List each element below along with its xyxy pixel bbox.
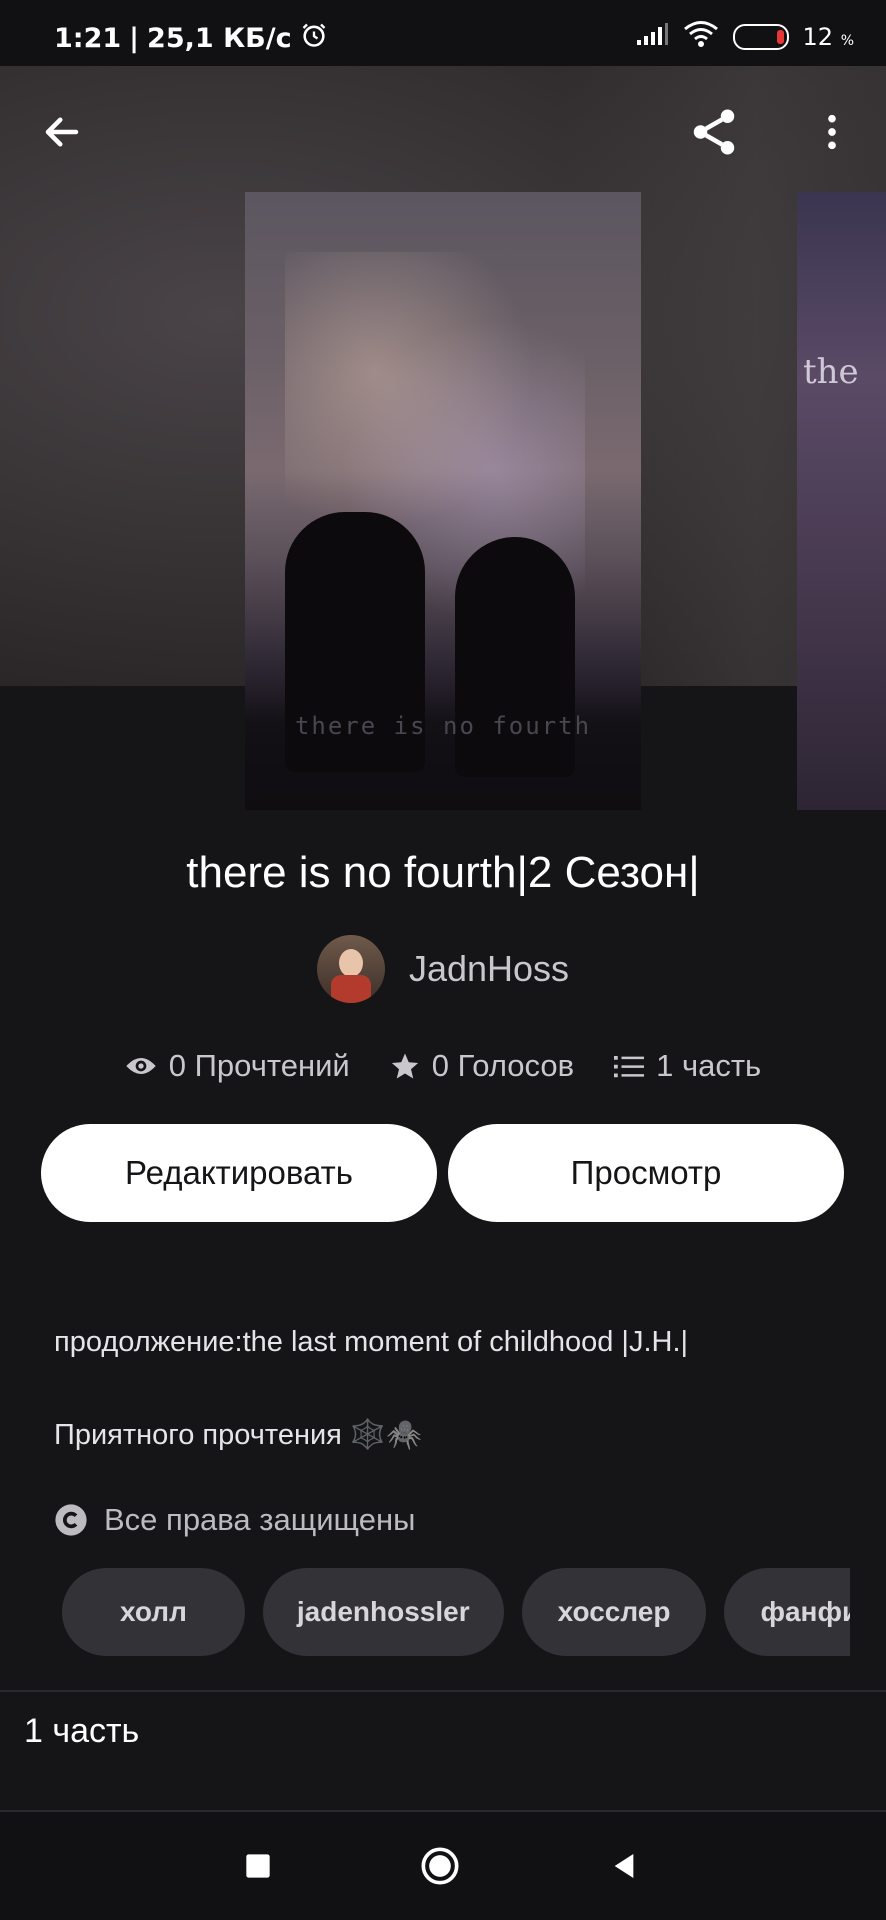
recent-apps-button[interactable]	[238, 1846, 278, 1886]
status-separator: |	[129, 23, 140, 54]
eye-icon	[126, 1058, 156, 1074]
stats-row: 0 Прочтений 0 Голосов 1 часть	[0, 1048, 886, 1084]
divider	[0, 1690, 886, 1692]
next-book-cover[interactable]: the	[797, 192, 886, 810]
alarm-icon	[300, 21, 328, 56]
list-icon	[614, 1056, 645, 1078]
reads-count: 0 Прочтений	[168, 1048, 350, 1083]
battery-icon	[732, 24, 789, 50]
back-button[interactable]	[34, 104, 90, 160]
description-line-1: продолжение:the last moment of childhood…	[54, 1326, 689, 1358]
status-time: 1:21	[54, 23, 122, 54]
avatar[interactable]	[316, 935, 385, 1003]
tags-row[interactable]: холл jadenhossler хосслер фанфики	[62, 1568, 850, 1656]
status-speed: 25,1 КБ/с	[147, 23, 292, 54]
system-nav-bar	[0, 1812, 886, 1920]
book-cover[interactable]: there is no fourth	[245, 192, 641, 810]
tag-chip[interactable]: jadenhossler	[262, 1568, 504, 1656]
more-vertical-icon	[828, 114, 836, 150]
more-options-button[interactable]	[804, 104, 860, 160]
book-title: there is no fourth|2 Сезон|	[186, 848, 700, 897]
signal-icon	[635, 22, 669, 52]
copyright-text: Все права защищены	[104, 1502, 416, 1537]
cover-caption: there is no fourth	[294, 712, 592, 740]
preview-button[interactable]: Просмотр	[448, 1124, 844, 1222]
author-row[interactable]: JadnHoss	[0, 935, 886, 1003]
next-cover-text: the	[803, 352, 859, 392]
parts-stat: 1 часть	[614, 1048, 761, 1084]
triangle-back-icon	[614, 1854, 634, 1878]
back-nav-button[interactable]	[604, 1846, 644, 1886]
copyright-row: Все права защищены	[54, 1502, 415, 1538]
edit-button[interactable]: Редактировать	[41, 1124, 437, 1222]
star-icon	[391, 1053, 418, 1079]
tag-chip[interactable]: фанфики	[724, 1568, 850, 1656]
square-icon	[246, 1854, 270, 1878]
share-button[interactable]	[686, 104, 742, 160]
share-icon	[693, 109, 735, 155]
battery-level: 12 %	[802, 23, 855, 51]
description-line-2: Приятного прочтения 🕸️🕷️	[54, 1419, 423, 1451]
home-button[interactable]	[420, 1846, 460, 1886]
arrow-left-icon	[45, 117, 79, 147]
reads-stat: 0 Прочтений	[125, 1048, 350, 1084]
parts-section-label[interactable]: 1 часть	[24, 1712, 139, 1751]
author-name[interactable]: JadnHoss	[409, 948, 569, 990]
copyright-icon	[55, 1504, 87, 1536]
status-bar: 1:21 | 25,1 КБ/с 12 %	[0, 0, 886, 66]
parts-count: 1 часть	[656, 1048, 762, 1083]
wifi-icon	[683, 20, 719, 54]
tag-chip[interactable]: холл	[62, 1568, 245, 1656]
tag-chip[interactable]: хосслер	[521, 1568, 707, 1656]
circle-icon	[421, 1847, 459, 1885]
votes-stat: 0 Голосов	[390, 1048, 574, 1084]
votes-count: 0 Голосов	[431, 1048, 575, 1083]
